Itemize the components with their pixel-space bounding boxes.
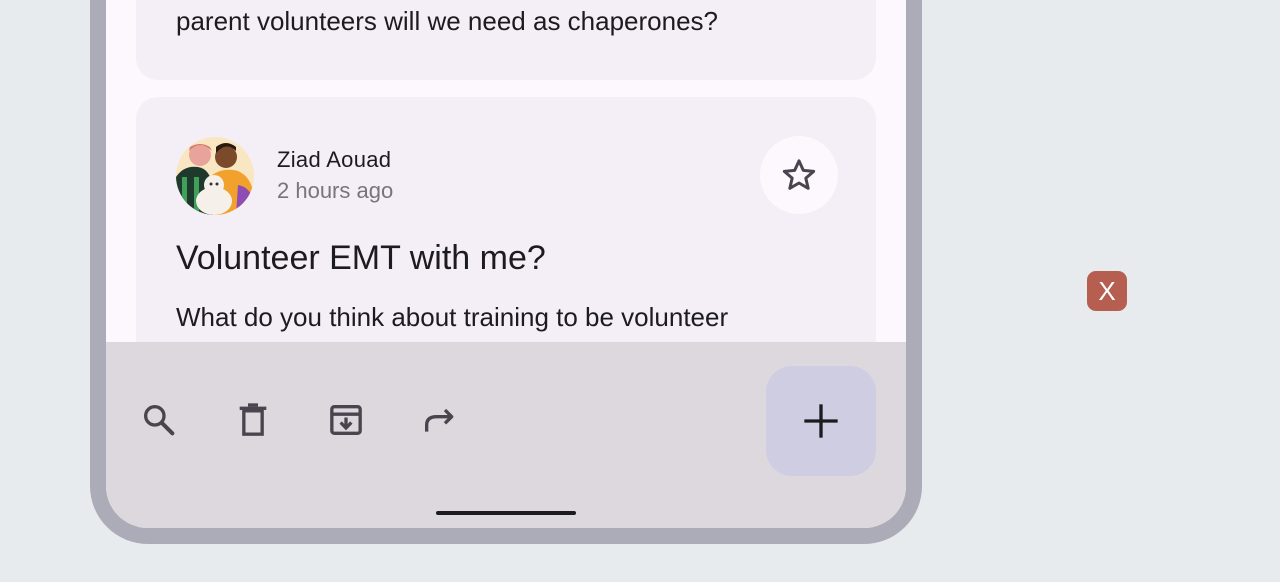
bottom-app-bar (106, 342, 906, 528)
star-button[interactable] (760, 136, 838, 214)
search-button[interactable] (135, 396, 183, 444)
gesture-handle (436, 511, 576, 515)
avatar (176, 137, 254, 215)
email-card[interactable]: parent volunteers will we need as chaper… (136, 0, 876, 80)
forward-icon (425, 408, 454, 432)
app-screen: parent volunteers will we need as chaper… (106, 0, 906, 528)
archive-button[interactable] (322, 396, 370, 444)
delete-button[interactable] (229, 396, 277, 444)
trash-icon (239, 403, 267, 436)
plus-icon (804, 404, 838, 438)
forward-button[interactable] (416, 396, 464, 444)
compose-fab[interactable] (766, 366, 876, 476)
sender-name: Ziad Aouad (277, 147, 392, 172)
search-icon (144, 405, 175, 436)
timestamp: 2 hours ago (277, 178, 394, 203)
archive-icon (330, 405, 362, 435)
close-button[interactable]: X (1087, 271, 1127, 311)
email-preview-text: parent volunteers will we need as chaper… (176, 6, 719, 36)
email-preview-text: What do you think about training to be v… (176, 302, 729, 332)
star-icon (782, 159, 816, 190)
email-subject: Volunteer EMT with me? (176, 239, 546, 277)
device-frame: parent volunteers will we need as chaper… (90, 0, 922, 544)
